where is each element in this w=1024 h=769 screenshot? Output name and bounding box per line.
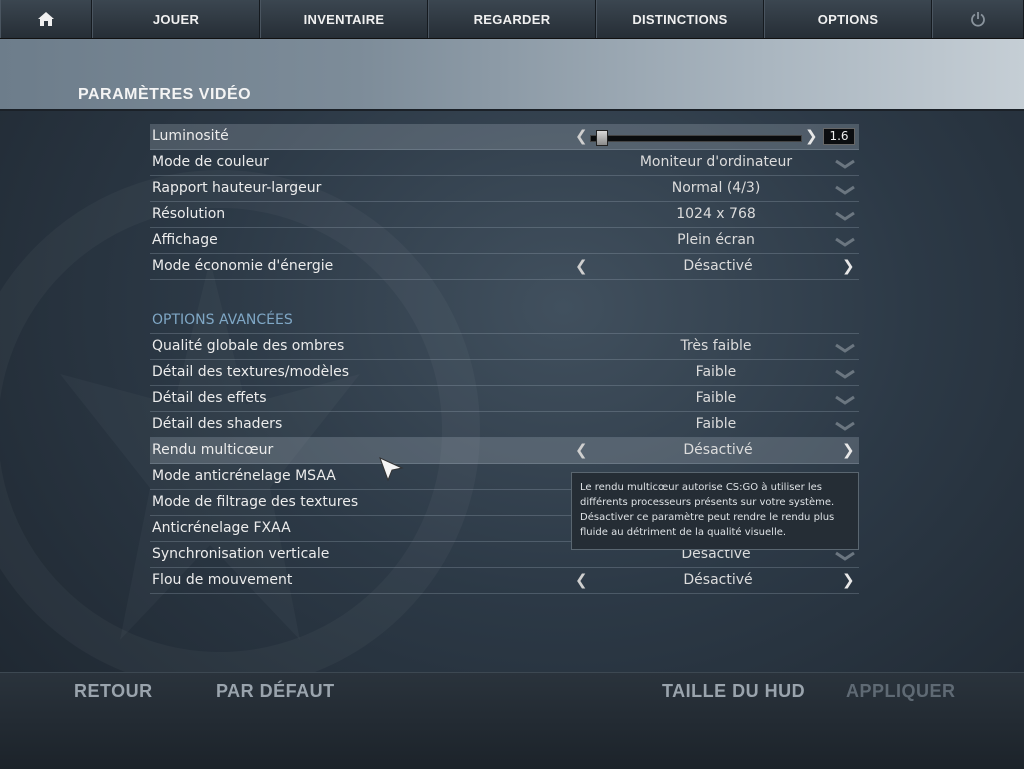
power-icon — [971, 12, 985, 27]
home-icon — [38, 12, 54, 26]
setting-value[interactable]: Normal (4/3) — [580, 180, 852, 196]
setting-label: Mode de filtrage des textures — [152, 494, 359, 510]
back-button[interactable]: RETOUR — [74, 681, 153, 702]
advanced-section-title: OPTIONS AVANCÉES — [152, 312, 293, 328]
nav-power-button[interactable] — [932, 0, 1024, 38]
chevron-left-icon[interactable]: ❮ — [575, 257, 588, 275]
nav-options[interactable]: OPTIONS — [764, 0, 932, 38]
setting-value[interactable]: Faible — [580, 416, 852, 432]
hud-size-button[interactable]: TAILLE DU HUD — [662, 681, 805, 702]
setting-label: Flou de mouvement — [152, 572, 293, 588]
mouse-cursor-icon — [379, 457, 404, 482]
setting-row-mode-economie-d-energie[interactable]: Mode économie d'énergie ❮ ❯ Désactivé — [150, 254, 859, 280]
setting-label: Rapport hauteur-largeur — [152, 180, 322, 196]
setting-label: Mode de couleur — [152, 154, 269, 170]
setting-row-resolution[interactable]: Résolution 1024 x 768 — [150, 202, 859, 228]
setting-label: Résolution — [152, 206, 226, 222]
brightness-value[interactable]: 1.6 — [823, 128, 855, 145]
chevron-left-icon[interactable]: ❮ — [575, 571, 588, 589]
top-nav: JOUER INVENTAIRE REGARDER DISTINCTIONS O… — [0, 0, 1024, 39]
setting-label: Mode économie d'énergie — [152, 258, 334, 274]
nav-inventory[interactable]: INVENTAIRE — [260, 0, 428, 38]
setting-label: Détail des textures/modèles — [152, 364, 350, 380]
setting-value[interactable]: Faible — [580, 364, 852, 380]
setting-label: Affichage — [152, 232, 218, 248]
chevron-down-icon[interactable] — [834, 549, 856, 563]
setting-row-rendu-multic-ur[interactable]: Rendu multicœur ❮ ❯ Désactivé — [150, 438, 859, 464]
setting-row-flou-de-mouvement[interactable]: Flou de mouvement ❮ ❯ Désactivé — [150, 568, 859, 594]
setting-row-detail-des-textures-modeles[interactable]: Détail des textures/modèles Faible — [150, 360, 859, 386]
setting-row-rapport-hauteur-largeur[interactable]: Rapport hauteur-largeur Normal (4/3) — [150, 176, 859, 202]
tooltip-line: différents processeurs présents sur votr… — [580, 497, 835, 508]
setting-label: Qualité globale des ombres — [152, 338, 345, 354]
setting-value[interactable]: Plein écran — [580, 232, 852, 248]
advanced-section-header: OPTIONS AVANCÉES — [150, 307, 859, 334]
setting-row-qualite-globale-des-ombres[interactable]: Qualité globale des ombres Très faible — [150, 334, 859, 360]
setting-value: Désactivé — [683, 258, 753, 274]
brightness-slider-thumb[interactable] — [595, 130, 608, 146]
chevron-down-icon[interactable] — [834, 419, 856, 433]
brightness-slider-track[interactable] — [590, 135, 802, 142]
setting-value[interactable]: Moniteur d'ordinateur — [580, 154, 852, 170]
setting-value[interactable]: 1024 x 768 — [580, 206, 852, 222]
setting-row-detail-des-effets[interactable]: Détail des effets Faible — [150, 386, 859, 412]
setting-row-brightness[interactable]: Luminosité ❮ ❯ 1.6 — [150, 124, 859, 150]
tooltip-line: fluide au détriment de la qualité visuel… — [580, 527, 787, 538]
tooltip-line: Désactiver ce paramètre peut rendre le r… — [580, 512, 835, 523]
page-title: PARAMÈTRES VIDÉO — [78, 86, 252, 103]
chevron-down-icon[interactable] — [834, 235, 856, 249]
setting-value[interactable]: Faible — [580, 390, 852, 406]
chevron-right-icon[interactable]: ❯ — [805, 127, 818, 145]
nav-home-button[interactable] — [0, 0, 92, 38]
chevron-left-icon[interactable]: ❮ — [575, 127, 588, 145]
nav-play[interactable]: JOUER — [92, 0, 260, 38]
reset-default-button[interactable]: PAR DÉFAUT — [216, 681, 335, 702]
setting-value[interactable]: Très faible — [580, 338, 852, 354]
nav-awards[interactable]: DISTINCTIONS — [596, 0, 764, 38]
chevron-down-icon[interactable] — [834, 367, 856, 381]
nav-watch[interactable]: REGARDER — [428, 0, 596, 38]
setting-value: Désactivé — [683, 572, 753, 588]
setting-label: Rendu multicœur — [152, 442, 274, 458]
setting-label: Anticrénelage FXAA — [152, 520, 291, 536]
setting-tooltip: Le rendu multicœur autorise CS:GO à util… — [571, 472, 859, 550]
chevron-down-icon[interactable] — [834, 183, 856, 197]
chevron-down-icon[interactable] — [834, 157, 856, 171]
setting-label: Détail des effets — [152, 390, 267, 406]
chevron-down-icon[interactable] — [834, 209, 856, 223]
setting-value: Désactivé — [683, 442, 753, 458]
setting-row-mode-de-couleur[interactable]: Mode de couleur Moniteur d'ordinateur — [150, 150, 859, 176]
chevron-left-icon[interactable]: ❮ — [575, 441, 588, 459]
setting-row-detail-des-shaders[interactable]: Détail des shaders Faible — [150, 412, 859, 438]
tooltip-line: Le rendu multicœur autorise CS:GO à util… — [580, 482, 823, 493]
apply-button[interactable]: APPLIQUER — [846, 681, 956, 702]
setting-label: Mode anticrénelage MSAA — [152, 468, 336, 484]
setting-row-affichage[interactable]: Affichage Plein écran — [150, 228, 859, 254]
chevron-down-icon[interactable] — [834, 341, 856, 355]
setting-label: Luminosité — [152, 128, 229, 144]
chevron-down-icon[interactable] — [834, 393, 856, 407]
setting-label: Détail des shaders — [152, 416, 283, 432]
setting-label: Synchronisation verticale — [152, 546, 330, 562]
